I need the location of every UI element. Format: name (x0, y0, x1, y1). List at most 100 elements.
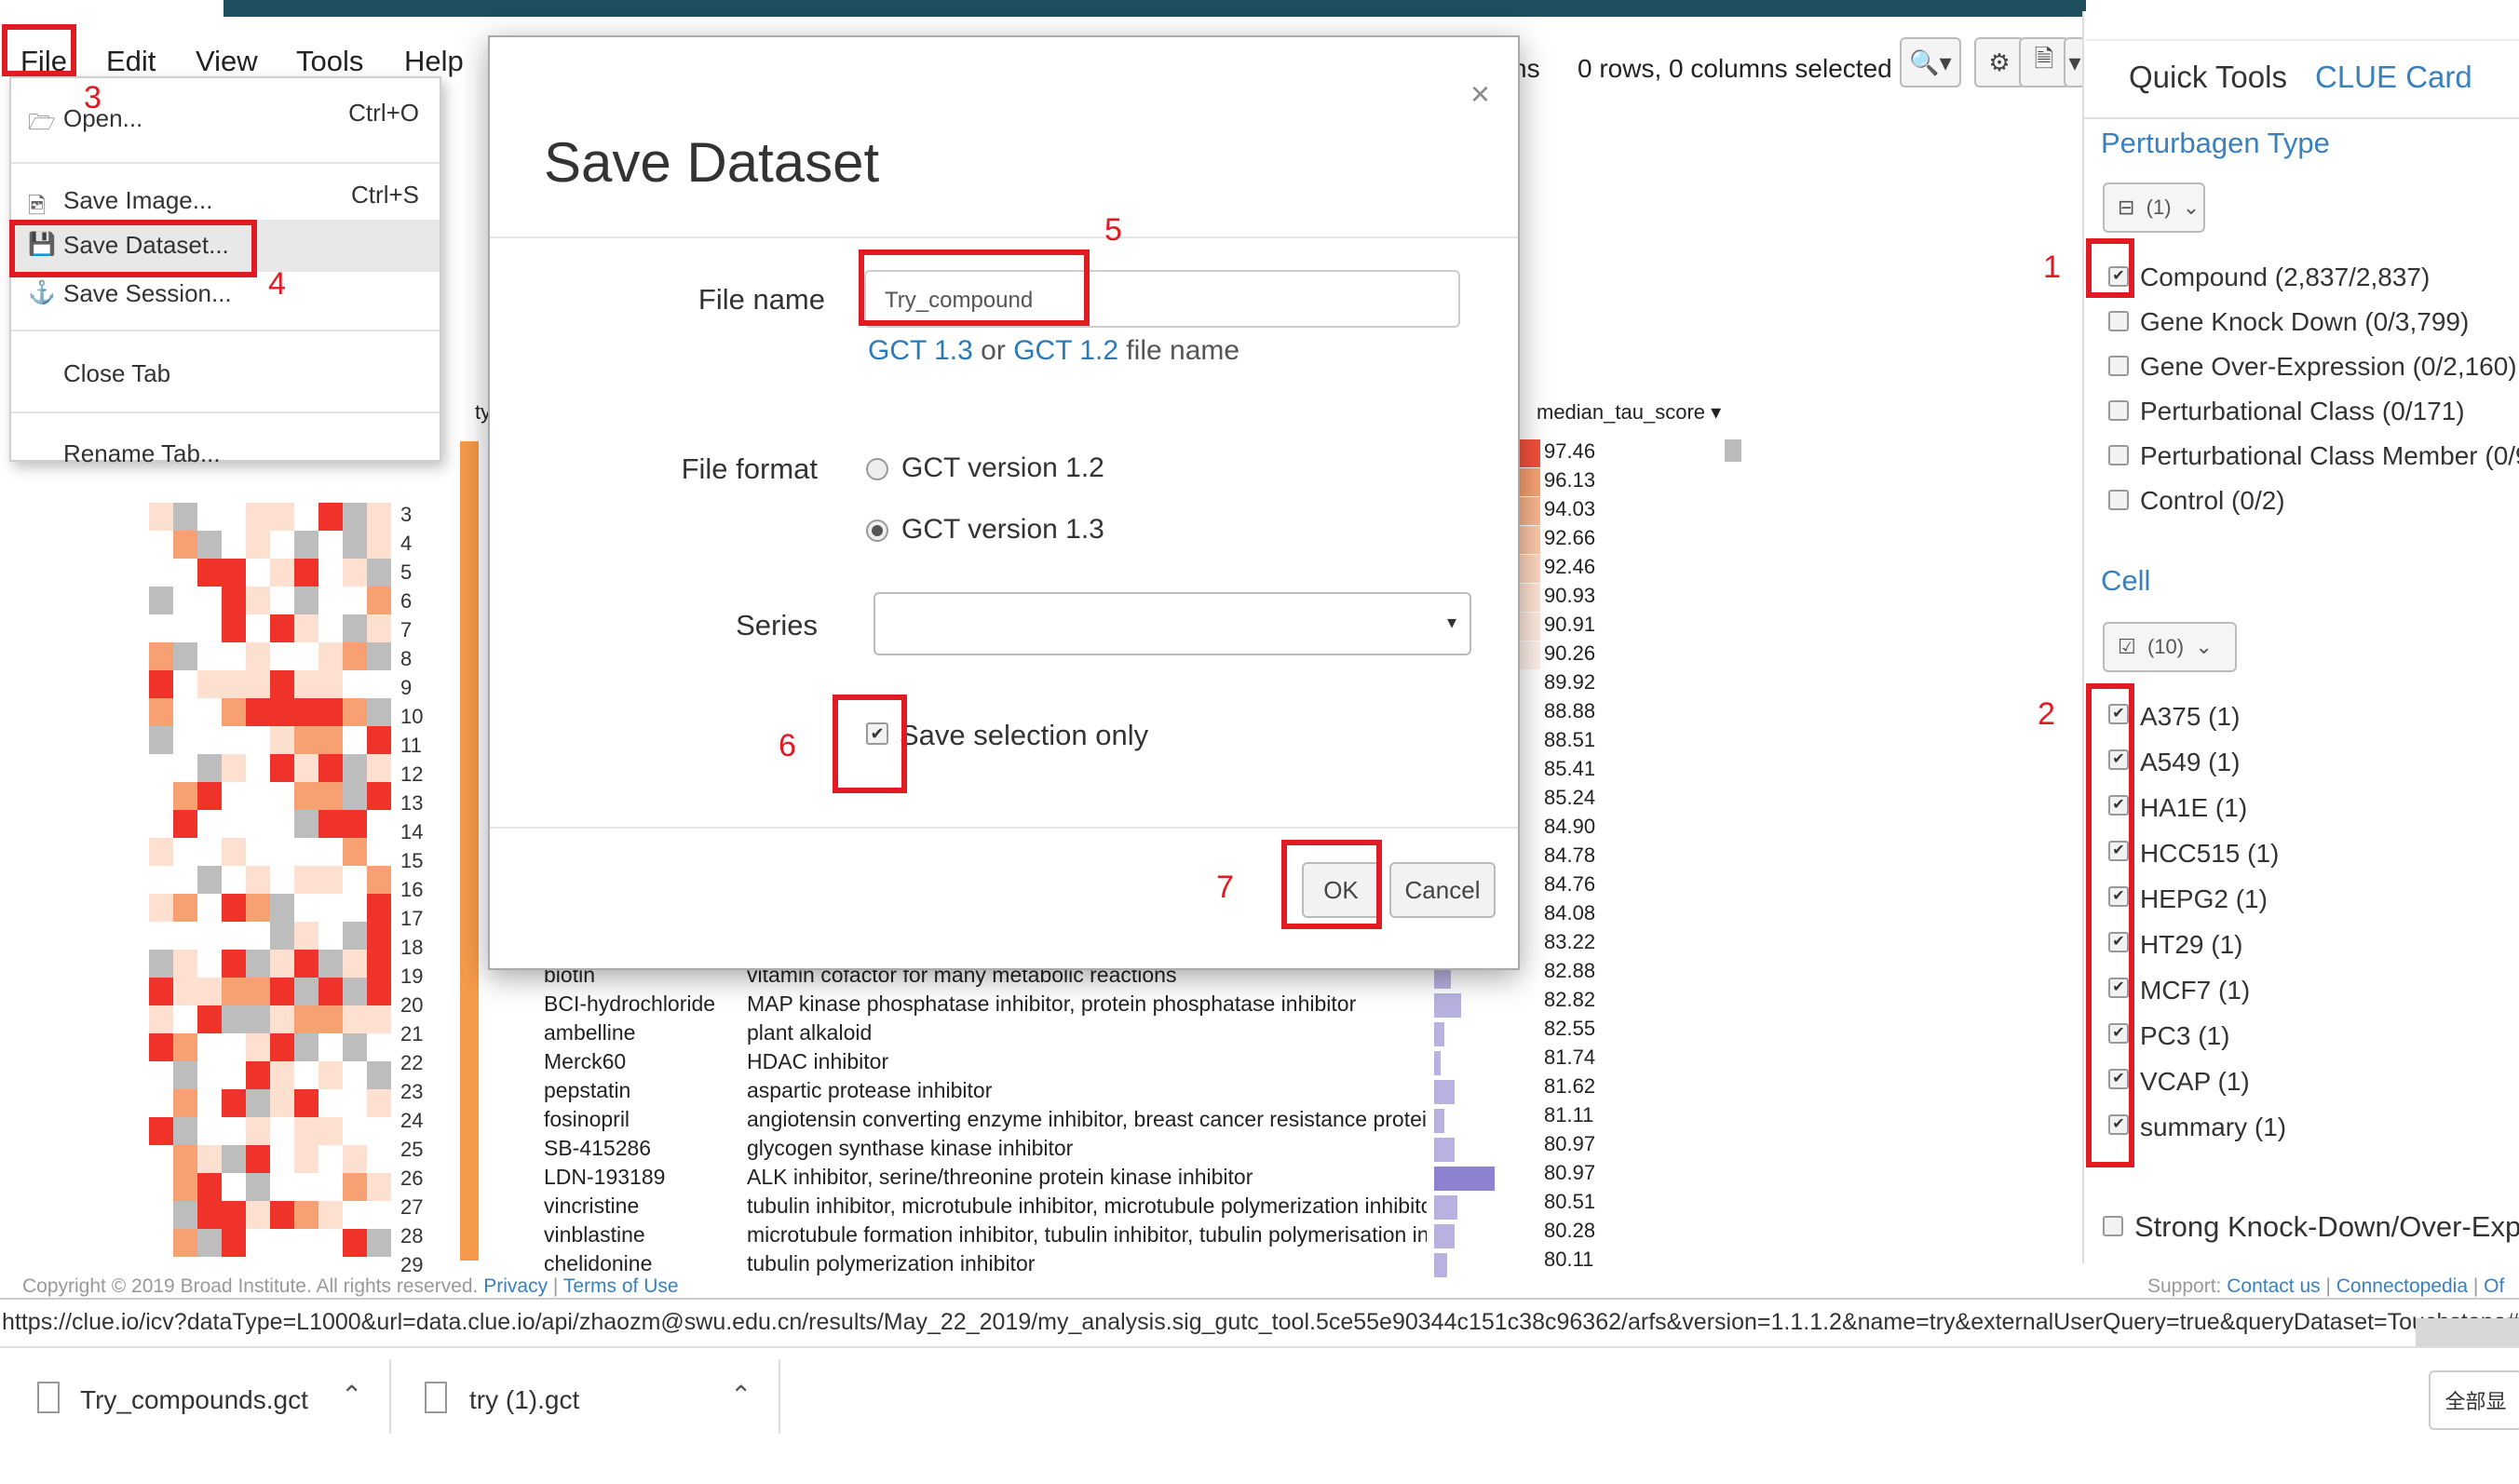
heatmap-cell[interactable] (318, 670, 343, 698)
heatmap-cell[interactable] (197, 754, 222, 782)
heatmap-cell[interactable] (343, 1089, 367, 1117)
heatmap-cell[interactable] (197, 950, 222, 978)
heatmap-cell[interactable] (173, 922, 197, 950)
heatmap-cell[interactable] (222, 1033, 246, 1061)
download-item-1[interactable]: Try_compounds.gct (80, 1385, 308, 1415)
perturbagen-checkbox[interactable] (2108, 490, 2129, 510)
heatmap-cell[interactable] (246, 559, 270, 587)
heatmap-cell[interactable] (367, 922, 391, 950)
heatmap-cell[interactable] (173, 1117, 197, 1145)
heatmap-cell[interactable] (222, 587, 246, 614)
heatmap-cell[interactable] (222, 894, 246, 922)
heatmap-cell[interactable] (173, 838, 197, 866)
table-cell-description[interactable]: MAP kinase phosphatase inhibitor, protei… (747, 992, 1427, 1017)
show-all-button[interactable]: 全部显 (2429, 1370, 2519, 1430)
heatmap-cell[interactable] (173, 587, 197, 614)
heatmap-cell[interactable] (367, 1033, 391, 1061)
table-cell-name[interactable]: Merck60 (544, 1049, 626, 1074)
heatmap-cell[interactable] (343, 754, 367, 782)
heatmap-cell[interactable] (367, 1201, 391, 1229)
perturbagen-checkbox[interactable] (2108, 311, 2129, 331)
heatmap-cell[interactable] (197, 614, 222, 642)
heatmap-cell[interactable] (270, 587, 294, 614)
series-select[interactable]: ▾ (874, 592, 1471, 655)
heatmap-cell[interactable] (246, 1201, 270, 1229)
gct12-link[interactable]: GCT 1.2 (1013, 335, 1118, 366)
heatmap-cell[interactable] (149, 922, 173, 950)
heatmap-cell[interactable] (197, 698, 222, 726)
zoom-button[interactable]: 🔍▾ (1900, 37, 1961, 88)
heatmap-cell[interactable] (318, 726, 343, 754)
heatmap-cell[interactable] (318, 1061, 343, 1089)
heatmap-cell[interactable] (367, 726, 391, 754)
heatmap-cell[interactable] (149, 698, 173, 726)
heatmap-cell[interactable] (343, 838, 367, 866)
heatmap-cell[interactable] (149, 503, 173, 531)
table-cell-description[interactable]: tubulin inhibitor, microtubule inhibitor… (747, 1194, 1427, 1219)
heatmap-cell[interactable] (367, 531, 391, 559)
heatmap-cell[interactable] (343, 1117, 367, 1145)
heatmap-cell[interactable] (246, 587, 270, 614)
heatmap-cell[interactable] (173, 978, 197, 1005)
heatmap-cell[interactable] (197, 838, 222, 866)
menu-rename-tab[interactable]: Rename Tab... (63, 439, 221, 468)
menu-view[interactable]: View (196, 45, 258, 78)
heatmap-cell[interactable] (222, 1229, 246, 1257)
heatmap-cell[interactable] (343, 810, 367, 838)
heatmap-cell[interactable] (294, 894, 318, 922)
heatmap-cell[interactable] (294, 782, 318, 810)
terms-link[interactable]: Terms of Use (563, 1275, 679, 1297)
heatmap-cell[interactable] (343, 1173, 367, 1201)
heatmap-cell[interactable] (173, 1201, 197, 1229)
export-button[interactable]: 🗎 (2019, 37, 2069, 88)
heatmap-cell[interactable] (367, 614, 391, 642)
heatmap-cell[interactable] (197, 866, 222, 894)
heatmap-cell[interactable] (343, 978, 367, 1005)
heatmap-cell[interactable] (246, 950, 270, 978)
heatmap-cell[interactable] (270, 698, 294, 726)
heatmap-cell[interactable] (294, 1089, 318, 1117)
connectopedia-link[interactable]: Connectopedia (2336, 1275, 2468, 1297)
heatmap-cell[interactable] (294, 559, 318, 587)
gct13-link[interactable]: GCT 1.3 (868, 335, 973, 366)
heatmap-cell[interactable] (294, 1201, 318, 1229)
table-cell-description[interactable]: ALK inhibitor, serine/threonine protein … (747, 1165, 1427, 1190)
heatmap-cell[interactable] (270, 726, 294, 754)
heatmap-cell[interactable] (343, 1201, 367, 1229)
heatmap-cell[interactable] (246, 978, 270, 1005)
score-column-header[interactable]: median_tau_score ▾ (1537, 400, 1721, 425)
heatmap-cell[interactable] (294, 950, 318, 978)
heatmap-cell[interactable] (222, 978, 246, 1005)
heatmap-cell[interactable] (367, 503, 391, 531)
table-cell-name[interactable]: ambelline (544, 1020, 635, 1046)
heatmap-cell[interactable] (197, 782, 222, 810)
heatmap-cell[interactable] (318, 782, 343, 810)
heatmap-cell[interactable] (294, 978, 318, 1005)
heatmap-cell[interactable] (222, 614, 246, 642)
table-cell-name[interactable]: chelidonine (544, 1251, 652, 1276)
perturbagen-type-dropdown[interactable]: ⊟ (1) ⌄ (2103, 182, 2205, 233)
heatmap-cell[interactable] (149, 1033, 173, 1061)
heatmap-cell[interactable] (197, 531, 222, 559)
heatmap-cell[interactable] (270, 503, 294, 531)
chevron-up-icon[interactable]: ⌃ (341, 1380, 362, 1410)
heatmap-cell[interactable] (294, 642, 318, 670)
privacy-link[interactable]: Privacy (483, 1275, 548, 1297)
heatmap-cell[interactable] (343, 1229, 367, 1257)
table-cell-description[interactable]: plant alkaloid (747, 1020, 1427, 1046)
heatmap-cell[interactable] (246, 1229, 270, 1257)
heatmap-cell[interactable] (197, 894, 222, 922)
heatmap-cell[interactable] (270, 1229, 294, 1257)
heatmap-cell[interactable] (367, 1173, 391, 1201)
heatmap-cell[interactable] (318, 1145, 343, 1173)
heatmap-cell[interactable] (222, 1173, 246, 1201)
heatmap-cell[interactable] (222, 698, 246, 726)
heatmap-cell[interactable] (246, 838, 270, 866)
heatmap-cell[interactable] (222, 1145, 246, 1173)
heatmap-cell[interactable] (173, 1005, 197, 1033)
heatmap-cell[interactable] (343, 559, 367, 587)
heatmap-cell[interactable] (318, 1173, 343, 1201)
perturbagen-checkbox[interactable] (2108, 445, 2129, 465)
heatmap-cell[interactable] (197, 978, 222, 1005)
contact-link[interactable]: Contact us (2227, 1275, 2320, 1297)
